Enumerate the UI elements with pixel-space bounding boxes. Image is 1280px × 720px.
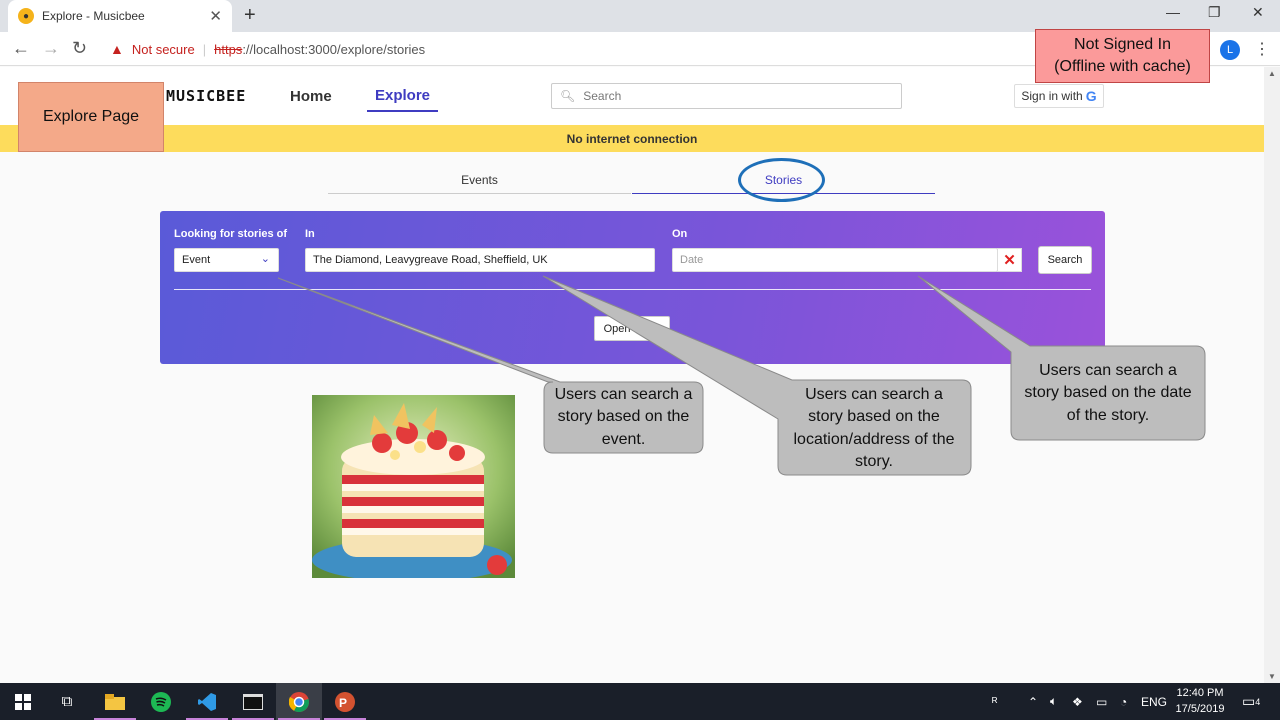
callout-event-text: Users can search a story based on the ev…: [554, 386, 693, 448]
explore-tabs: Events Stories: [328, 168, 935, 194]
scroll-up-icon[interactable]: ▲: [1268, 69, 1276, 78]
story-type-select[interactable]: Event ⌄: [174, 248, 279, 272]
not-signed-in-line1: Not Signed In: [1074, 36, 1171, 54]
open-maps-button[interactable]: Open Maps: [594, 316, 670, 341]
chrome-icon[interactable]: [276, 683, 322, 720]
wifi-icon[interactable]: ◔: [1120, 683, 1127, 720]
callout-date-text: Users can search a story based on the da…: [1024, 362, 1192, 424]
battery-icon[interactable]: ▭: [1096, 683, 1107, 720]
musicbee-logo[interactable]: MUSICBEE: [166, 87, 246, 105]
vertical-scrollbar[interactable]: ▲ ▼: [1264, 67, 1280, 683]
search-icon: 🔍︎: [560, 89, 576, 103]
task-view-icon[interactable]: ⧉: [44, 683, 90, 720]
close-window-icon[interactable]: ✕: [1252, 4, 1264, 21]
powerpoint-icon[interactable]: P: [322, 683, 368, 720]
looking-for-label: Looking for stories of: [174, 228, 288, 240]
back-icon[interactable]: ←: [12, 38, 30, 59]
musicbee-favicon-icon: ●: [18, 8, 34, 24]
vscode-icon[interactable]: [184, 683, 230, 720]
browser-tab-bar: ● Explore - Musicbee ✕ + — ❐ ✕: [0, 0, 1280, 32]
date-field[interactable]: Date: [672, 248, 998, 272]
show-hidden-icons-icon[interactable]: ⌃: [1028, 683, 1038, 720]
terminal-icon[interactable]: [230, 683, 276, 720]
in-label: In: [305, 228, 315, 240]
story-type-value: Event: [182, 254, 211, 266]
story-search-panel: Looking for stories of Event ⌄ In The Di…: [160, 211, 1105, 364]
chevron-down-icon: ⌄: [260, 253, 270, 265]
clear-date-icon[interactable]: ✕: [997, 248, 1022, 272]
new-tab-button[interactable]: +: [244, 4, 256, 27]
nav-explore[interactable]: Explore: [367, 87, 439, 112]
clock-time: 12:40 PM: [1176, 687, 1224, 699]
google-icon: G: [1085, 88, 1097, 104]
taskbar-clock[interactable]: 12:40 PM 17/5/2019: [1170, 686, 1230, 718]
dropbox-icon[interactable]: ❖: [1072, 683, 1083, 720]
people-icon[interactable]: ᴿ: [992, 683, 997, 720]
callout-location-text: Users can search a story based on the lo…: [793, 386, 955, 471]
on-label: On: [672, 228, 688, 240]
story-image[interactable]: [312, 395, 515, 578]
panel-divider: [174, 289, 1091, 290]
url-path: ://localhost:3000/explore/stories: [242, 41, 426, 57]
tab-title: Explore - Musicbee: [42, 9, 145, 23]
tab-events[interactable]: Events: [328, 168, 631, 194]
spotify-icon[interactable]: [138, 683, 184, 720]
not-signed-in-annotation: Not Signed In (Offline with cache): [1035, 29, 1210, 83]
more-menu-icon[interactable]: ⋮: [1254, 39, 1270, 59]
restore-icon[interactable]: ❐: [1208, 4, 1221, 21]
date-placeholder: Date: [680, 254, 704, 266]
tab-close-icon[interactable]: ✕: [209, 7, 222, 25]
minimize-icon[interactable]: —: [1166, 4, 1180, 20]
google-signin-button[interactable]: Sign in with G: [1014, 84, 1104, 108]
svg-text:P: P: [339, 696, 347, 710]
signin-label: Sign in with: [1021, 89, 1083, 103]
stories-highlight-circle: [738, 158, 825, 202]
location-value: The Diamond, Leavygreave Road, Sheffield…: [313, 254, 548, 266]
not-signed-in-line2: (Offline with cache): [1054, 58, 1191, 75]
search-button[interactable]: Search: [1038, 246, 1092, 274]
search-placeholder: Search: [583, 89, 622, 103]
forward-icon[interactable]: →: [42, 38, 60, 59]
clock-date: 17/5/2019: [1175, 702, 1225, 715]
file-explorer-icon[interactable]: [92, 683, 138, 720]
not-secure-label[interactable]: Not secure: [132, 42, 195, 57]
url-separator: |: [202, 41, 207, 57]
windows-taskbar: ⧉ P ᴿ ⌃ 🔈︎ ❖ ▭ ◔ ENG 12:40 PM 17/5/2019 …: [0, 683, 1280, 720]
search-input[interactable]: 🔍︎ Search: [551, 83, 902, 109]
start-button[interactable]: [0, 683, 46, 720]
windows-icon: [15, 693, 31, 710]
nav-home[interactable]: Home: [290, 88, 332, 105]
scroll-down-icon[interactable]: ▼: [1268, 672, 1276, 681]
browser-tab[interactable]: ● Explore - Musicbee ✕: [8, 0, 232, 32]
profile-avatar[interactable]: L: [1220, 40, 1240, 60]
language-indicator[interactable]: ENG: [1141, 683, 1167, 720]
explore-page-annotation: Explore Page: [18, 82, 164, 152]
reload-icon[interactable]: ↻: [72, 38, 87, 59]
notification-count: 4: [1255, 696, 1261, 707]
action-center-icon[interactable]: ▭ 4: [1242, 683, 1260, 720]
volume-icon[interactable]: 🔈︎: [1050, 683, 1057, 720]
offline-banner: No internet connection: [0, 125, 1264, 152]
warning-icon: ▲: [110, 41, 124, 57]
location-field[interactable]: The Diamond, Leavygreave Road, Sheffield…: [305, 248, 655, 272]
url-scheme: https: [214, 41, 243, 57]
